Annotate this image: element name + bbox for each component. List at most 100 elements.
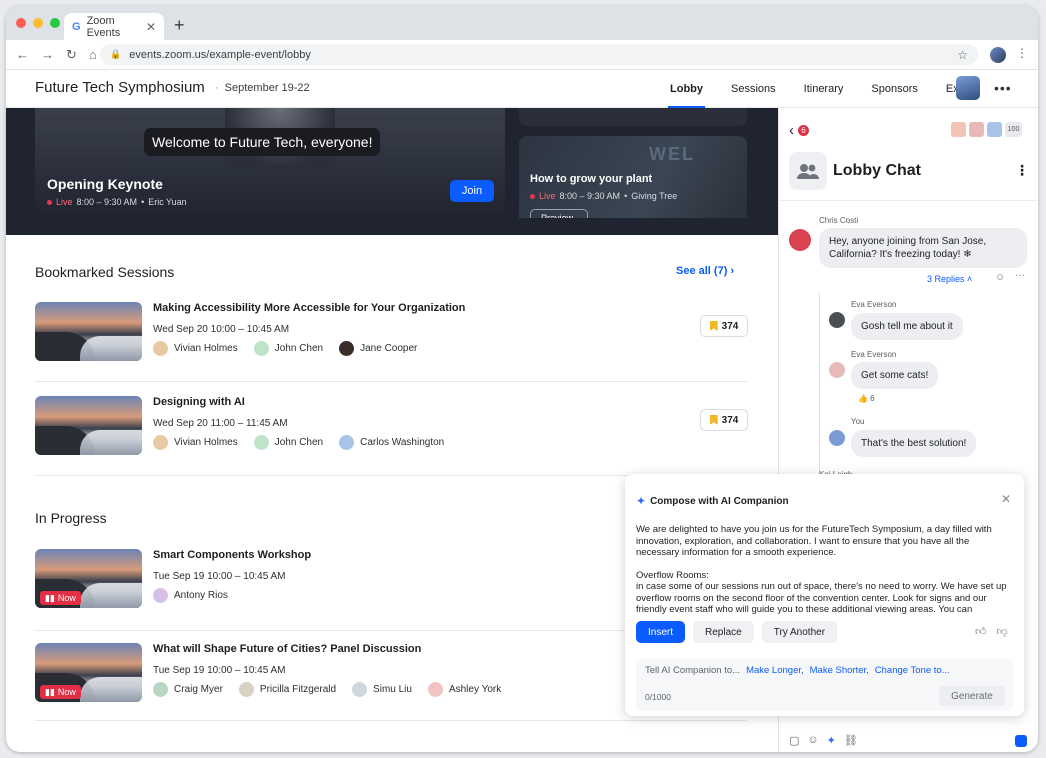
back-icon[interactable]: ← [16,47,29,63]
add-reaction-icon[interactable]: ☺ [995,272,1005,283]
send-icon[interactable] [1015,735,1027,747]
join-button[interactable]: Join [450,180,494,202]
emoji-icon[interactable]: ☺ [807,734,818,747]
browser-toolbar: ← → ↻ ⌂ 🔒 events.zoom.us/example-event/l… [6,40,1038,70]
character-counter: 0/1000 [645,692,671,702]
session-title: Making Accessibility More Accessible for… [153,302,466,314]
browser-tabstrip: G Zoom Events ✕ + [6,6,1038,40]
replace-button[interactable]: Replace [693,621,754,643]
ai-sparkle-icon[interactable]: ✦ [827,734,836,747]
bookmark-button[interactable]: 374 [700,409,748,431]
speaker[interactable]: Vivian Holmes [153,435,238,450]
home-icon[interactable]: ⌂ [89,47,97,63]
app-header: Future Tech Symphosium September 19-22 L… [6,70,1038,108]
lock-icon: 🔒 [110,49,122,59]
speaker[interactable]: Carlos Washington [339,435,444,450]
ai-prompt-placeholder: Tell AI Companion to... [645,665,741,676]
bookmarked-sessions-heading: Bookmarked Sessions [35,264,175,280]
chat-title: Lobby Chat [833,162,921,179]
live-dot-icon [530,193,535,199]
link-icon[interactable]: ⛓ [844,734,858,747]
previous-session-card[interactable] [519,108,747,126]
preview-button[interactable]: Preview [530,209,588,218]
address-bar[interactable]: 🔒 events.zoom.us/example-event/lobby ☆ [100,44,978,65]
bookmark-star-icon[interactable]: ☆ [957,48,968,62]
keynote-card[interactable]: Welcome to Future Tech, everyone! Openin… [35,108,505,217]
plant-session-title: How to grow your plant [530,173,653,185]
thumbs-down-icon[interactable]: 👎︎ [997,625,1008,638]
keynote-meta: Live 8:00 – 9:30 AM • Eric Yuan [47,197,187,207]
tab-itinerary[interactable]: Itinerary [790,70,858,108]
speaker[interactable]: Ashley York [427,682,501,697]
see-all-link[interactable]: See all (7) › [676,265,734,277]
ai-prompt-field[interactable]: Tell AI Companion to... Make Longer, Mak… [636,659,1013,711]
browser-menu-icon[interactable]: ⋮ [1016,46,1028,60]
sender-avatar [789,229,811,251]
message-sender: Eva Everson [851,300,897,309]
speaker[interactable]: Vivian Holmes [153,341,238,356]
make-longer-suggestion[interactable]: Make Longer, [746,665,804,676]
keynote-title: Opening Keynote [47,176,163,192]
close-tab-icon[interactable]: ✕ [146,20,156,34]
change-tone-suggestion[interactable]: Change Tone to... [875,665,950,676]
speaker[interactable]: Craig Myer [153,682,223,697]
session-title: Designing with AI [153,396,245,408]
chat-message[interactable]: Gosh tell me about it [851,313,963,340]
chat-message[interactable]: Hey, anyone joining from San Jose, Calif… [819,228,1027,268]
forward-icon[interactable]: → [41,47,54,63]
file-icon[interactable]: ▢ [789,734,799,747]
close-window-button[interactable] [16,18,26,28]
member-avatar [969,122,984,137]
session-speakers: Antony Rios [153,588,228,603]
plant-session-card[interactable]: WEL How to grow your plant Live 8:00 – 9… [519,136,747,218]
browser-profile-avatar[interactable] [990,47,1006,63]
ai-companion-popover: ✦ Compose with AI Companion ✕ We are del… [625,474,1024,716]
session-thumbnail: ▮▮ Now [35,549,142,608]
reload-icon[interactable]: ↻ [66,47,77,63]
thumbs-up-icon[interactable]: 👍︎ [975,625,987,638]
speaker[interactable]: John Chen [253,341,323,356]
session-title: What will Shape Future of Cities? Panel … [153,643,422,655]
session-row[interactable]: Making Accessibility More Accessible for… [35,294,748,382]
maximize-window-button[interactable] [50,18,60,28]
chat-message[interactable]: That's the best solution! [851,430,977,457]
speaker[interactable]: Pricilla Fitzgerald [238,682,336,697]
now-badge: ▮▮ Now [40,591,81,605]
try-another-button[interactable]: Try Another [761,621,838,643]
ai-companion-title: Compose with AI Companion [650,495,789,507]
speaker[interactable]: Simu Liu [352,682,412,697]
session-date: Wed Sep 20 11:00 – 11:45 AM [153,418,288,429]
speaker[interactable]: John Chen [253,435,323,450]
event-title: Future Tech Symphosium [35,79,205,96]
speaker-avatar [253,341,269,356]
back-chevron-icon[interactable]: ‹ [789,122,794,139]
bookmark-icon [709,321,718,331]
make-shorter-suggestion[interactable]: Make Shorter, [810,665,869,676]
ai-generated-text[interactable]: We are delighted to have you join us for… [636,524,1012,614]
chat-members[interactable]: 100 [951,122,1022,137]
close-icon[interactable]: ✕ [1001,492,1011,506]
speaker[interactable]: Jane Cooper [339,341,417,356]
bookmark-button[interactable]: 374 [700,315,748,337]
session-speakers: Vivian Holmes John Chen Carlos Washingto… [153,435,444,450]
session-date: Wed Sep 20 10:00 – 10:45 AM [153,324,290,335]
replies-toggle[interactable]: 3 Replies ˄ [927,274,972,284]
chat-more-icon[interactable]: ⋮ [1015,162,1029,179]
tab-lobby[interactable]: Lobby [656,70,717,108]
speaker[interactable]: Antony Rios [153,588,228,603]
session-row[interactable]: Designing with AI Wed Sep 20 11:00 – 11:… [35,388,748,476]
generate-button[interactable]: Generate [939,686,1005,706]
more-options-icon[interactable]: ••• [994,80,1012,96]
insert-button[interactable]: Insert [636,621,686,643]
user-avatar[interactable] [956,76,980,100]
session-date: Tue Sep 19 10:00 – 10:45 AM [153,665,286,676]
tab-sponsors[interactable]: Sponsors [857,70,931,108]
message-reaction[interactable]: 👍 6 [858,394,875,403]
new-tab-icon[interactable]: + [174,15,185,36]
chat-message[interactable]: Get some cats! [851,362,939,389]
browser-tab[interactable]: G Zoom Events ✕ [64,13,164,40]
message-more-icon[interactable]: ··· [1015,270,1025,281]
minimize-window-button[interactable] [33,18,43,28]
tab-sessions[interactable]: Sessions [717,70,790,108]
chat-composer-tools: ▢ ☺ ✦ ⛓ [789,734,858,747]
